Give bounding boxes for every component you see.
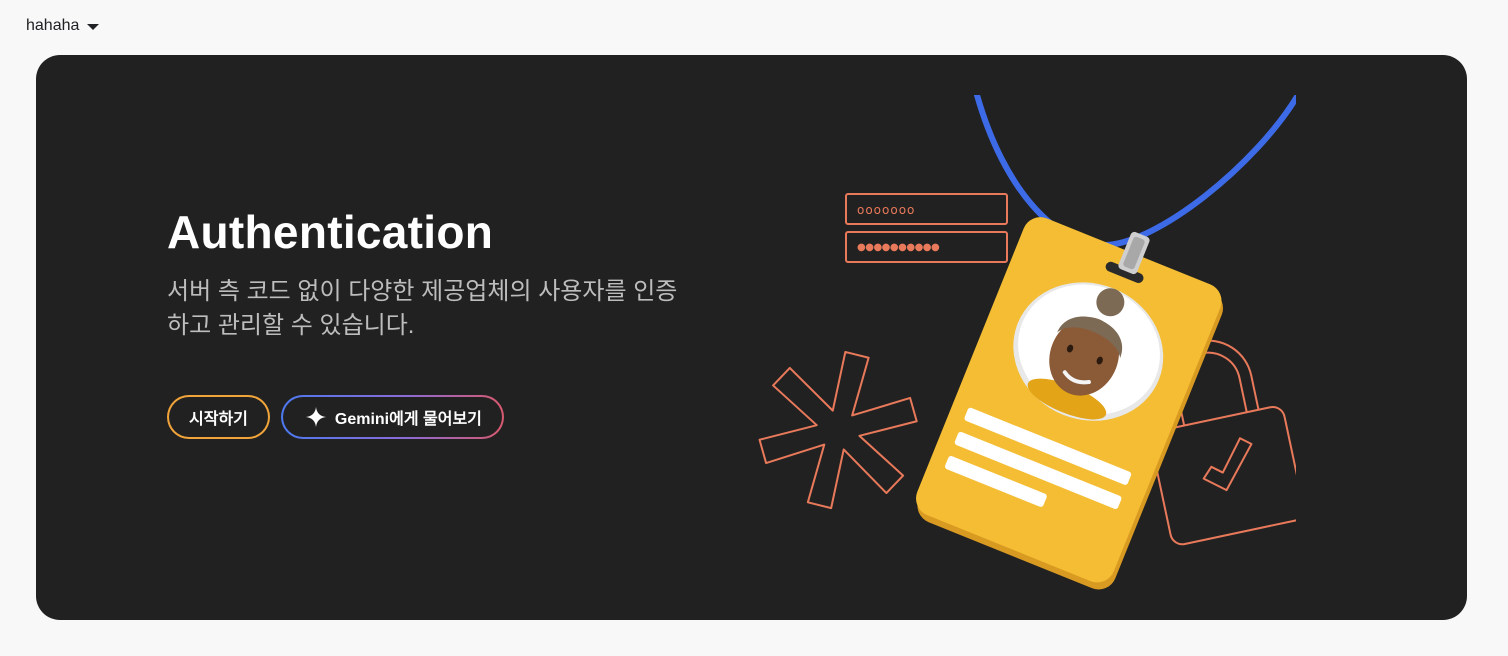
project-name: hahaha [26, 17, 80, 34]
password-field-2: ●●●●●●●●●● [845, 231, 1008, 263]
svg-text:●●●●●●●●●●: ●●●●●●●●●● [857, 242, 940, 253]
checkmark-icon [1202, 437, 1253, 492]
ask-gemini-button[interactable]: Gemini에게 물어보기 [280, 395, 504, 439]
hero-actions: 시작하기 Gemini에게 물어보기 [167, 395, 504, 439]
lanyard-icon [974, 95, 1296, 249]
get-started-button[interactable]: 시작하기 [167, 395, 270, 439]
ask-gemini-label: Gemini에게 물어보기 [334, 411, 482, 428]
hero-description: 서버 측 코드 없이 다양한 제공업체의 사용자를 인증하고 관리할 수 있습니… [167, 278, 678, 339]
authentication-illustration: ooooooo ●●●●●●●●●● [758, 95, 1296, 590]
svg-text:ooooooo: ooooooo [857, 203, 915, 217]
password-field-1: ooooooo [845, 193, 1008, 225]
id-badge-icon [916, 217, 1224, 590]
get-started-label: 시작하기 [189, 411, 248, 428]
hero-banner: Authentication 서버 측 코드 없이 다양한 제공업체의 사용자를… [36, 55, 1467, 620]
sparkle-icon [305, 406, 327, 428]
project-switcher[interactable]: hahaha [26, 14, 100, 38]
caret-down-icon [87, 24, 100, 30]
asterisk-icon [758, 350, 918, 510]
hero-title: Authentication [167, 206, 494, 258]
